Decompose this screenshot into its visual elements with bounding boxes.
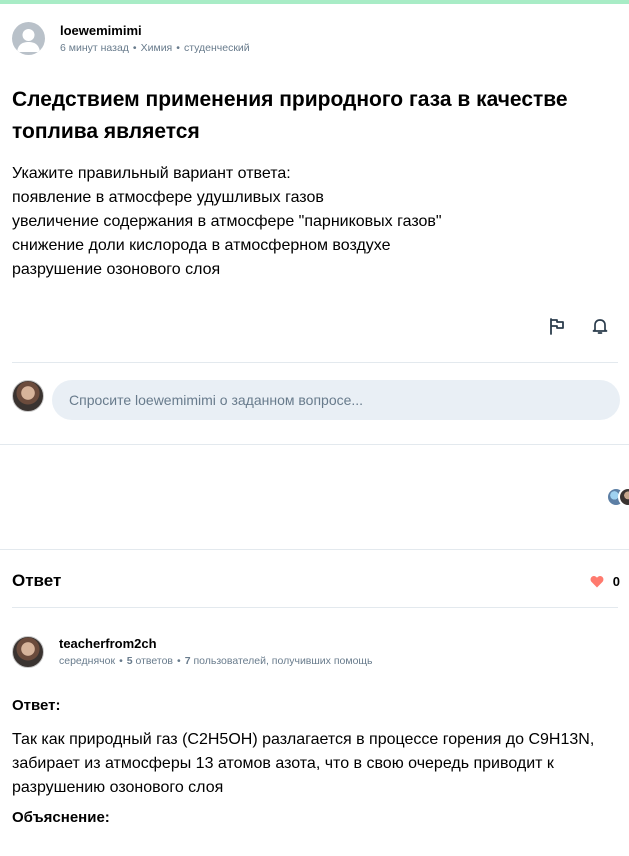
question-body-line: появление в атмосфере удушливых газов xyxy=(12,189,324,206)
author-rank: середнячок xyxy=(59,655,116,667)
answers-count: 5 xyxy=(126,655,133,667)
question-body-line: увеличение содержания в атмосфере "парни… xyxy=(12,213,442,230)
question-time: 6 минут назад xyxy=(60,41,129,54)
meta-separator: • xyxy=(176,41,180,54)
helped-text: пользователей, получивших помощь xyxy=(193,655,373,667)
answer-label: Ответ: xyxy=(12,697,61,714)
question-subject[interactable]: Химия xyxy=(141,42,173,54)
ask-author-input[interactable] xyxy=(52,380,620,420)
question-title: Следствием применения природного газа в … xyxy=(12,88,568,143)
helper-avatars[interactable] xyxy=(606,487,629,509)
question-body-line: Укажите правильный вариант ответа: xyxy=(12,165,291,182)
question-author-header: loewemimimi 6 минут назад • Химия • студенче… xyxy=(12,22,250,55)
report-flag-button[interactable] xyxy=(546,315,568,337)
top-accent-bar xyxy=(0,0,629,4)
follow-bell-button[interactable] xyxy=(589,315,611,337)
divider xyxy=(0,444,629,445)
answer-likes[interactable]: 0 xyxy=(590,574,620,589)
question-body-line: снижение доли кислорода в атмосферном во… xyxy=(12,237,391,254)
question-level: студенческий xyxy=(183,41,250,54)
question-meta: 6 минут назад • Химия • студенческий xyxy=(60,41,250,55)
answer-section-header: Ответ 0 xyxy=(12,568,620,594)
explanation-label: Объяснение: xyxy=(12,809,110,826)
meta-separator: • xyxy=(119,655,123,667)
divider xyxy=(12,362,618,363)
divider xyxy=(0,549,629,550)
divider xyxy=(12,607,618,608)
answer-text: Так как природный газ (C2H5OH) разлагает… xyxy=(12,731,595,796)
flag-icon xyxy=(550,318,564,335)
meta-separator: • xyxy=(177,655,181,667)
current-user-avatar xyxy=(12,380,44,412)
answer-section-title: Ответ xyxy=(12,571,62,590)
likes-count: 0 xyxy=(612,573,620,589)
bell-icon xyxy=(592,319,608,334)
answer-author-header: teacherfrom2ch середнячок • 5 ответов • 7 по… xyxy=(12,636,373,668)
heart-icon xyxy=(590,575,604,587)
answer-author-avatar[interactable] xyxy=(12,636,44,668)
question-author-avatar[interactable] xyxy=(12,22,45,55)
helped-count: 7 xyxy=(184,655,191,667)
question-body-line: разрушение озонового слоя xyxy=(12,261,221,278)
ask-author-row xyxy=(12,380,620,420)
answers-word: ответов xyxy=(135,655,173,667)
answer-author-meta: середнячок • 5 ответов • 7 пользователей, по… xyxy=(59,654,373,668)
answer-author-name[interactable]: teacherfrom2ch xyxy=(59,636,373,652)
user-placeholder-icon xyxy=(17,29,40,52)
question-author-name[interactable]: loewemimimi xyxy=(60,23,250,39)
meta-separator: • xyxy=(132,41,137,54)
question-body: Укажите правильный вариант ответа: появл… xyxy=(12,162,612,282)
